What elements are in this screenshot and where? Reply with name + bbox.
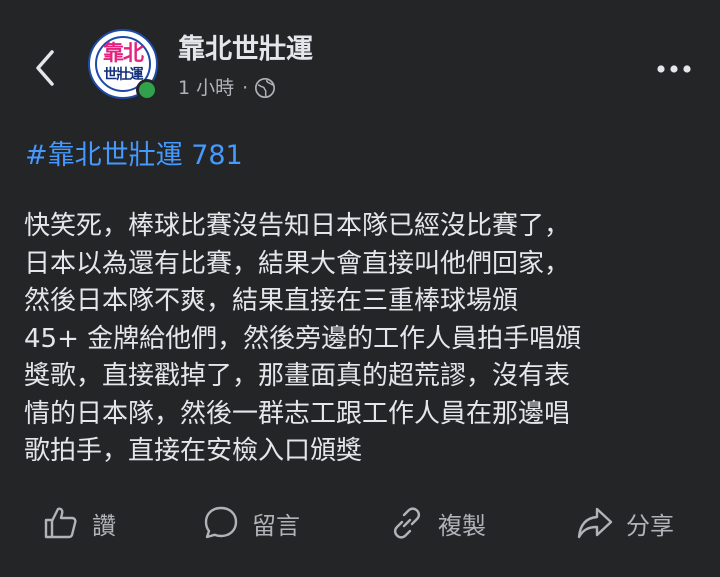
meta-separator: · bbox=[242, 77, 249, 99]
post-line: 45+ 金牌給他們，然後旁邊的工作人員拍手唱頒 bbox=[24, 323, 582, 354]
post-time[interactable]: 1 小時 bbox=[178, 74, 234, 102]
copy-icon bbox=[393, 507, 421, 539]
post-line: 然後日本隊不爽，結果直接在三重棒球場頒 bbox=[24, 286, 519, 316]
copy-button[interactable]: 複製 bbox=[388, 495, 486, 551]
post-meta: 1 小時 · bbox=[178, 74, 276, 102]
like-label: 讚 bbox=[92, 511, 116, 540]
action-bar: 讚 留言 複製 分享 bbox=[0, 495, 720, 551]
comment-label: 留言 bbox=[252, 511, 300, 540]
copy-label: 複製 bbox=[438, 511, 486, 540]
more-icon[interactable] bbox=[654, 58, 694, 80]
post-line: 獎歌，直接戳掉了，那畫面真的超荒謬，沒有表 bbox=[24, 361, 571, 391]
back-icon[interactable] bbox=[28, 46, 62, 90]
avatar[interactable]: 靠北 世壯運 bbox=[88, 29, 162, 103]
like-button[interactable]: 讚 bbox=[42, 495, 116, 551]
page-name[interactable]: 靠北世壯運 bbox=[178, 32, 313, 68]
post-screen: 靠北 世壯運 靠北世壯運 1 小時 · #靠北世壯運 781 快笑死，棒球比賽沒… bbox=[0, 0, 720, 577]
hashtag-link[interactable]: #靠北世壯運 781 bbox=[25, 138, 243, 174]
post-line: 快笑死，棒球比賽沒告知日本隊已經沒比賽了， bbox=[24, 211, 571, 241]
share-icon bbox=[577, 507, 613, 539]
share-label: 分享 bbox=[626, 511, 674, 540]
comment-button[interactable]: 留言 bbox=[202, 495, 300, 551]
avatar-line1: 靠北 bbox=[103, 41, 144, 65]
post-line: 日本以為還有比賽，結果大會直接叫他們回家， bbox=[24, 248, 571, 279]
post-body: 快笑死，棒球比賽沒告知日本隊已經沒比賽了， 日本以為還有比賽，結果大會直接叫他們… bbox=[24, 208, 704, 471]
share-button[interactable]: 分享 bbox=[576, 495, 674, 551]
globe-icon bbox=[255, 78, 276, 98]
post-line: 情的日本隊，然後一群志工跟工作人員在那邊唱 bbox=[24, 398, 571, 429]
online-status-dot bbox=[136, 79, 158, 101]
comment-icon bbox=[204, 506, 238, 539]
like-icon bbox=[44, 507, 77, 539]
post-line: 歌拍手，直接在安檢入口頒獎 bbox=[24, 436, 363, 466]
